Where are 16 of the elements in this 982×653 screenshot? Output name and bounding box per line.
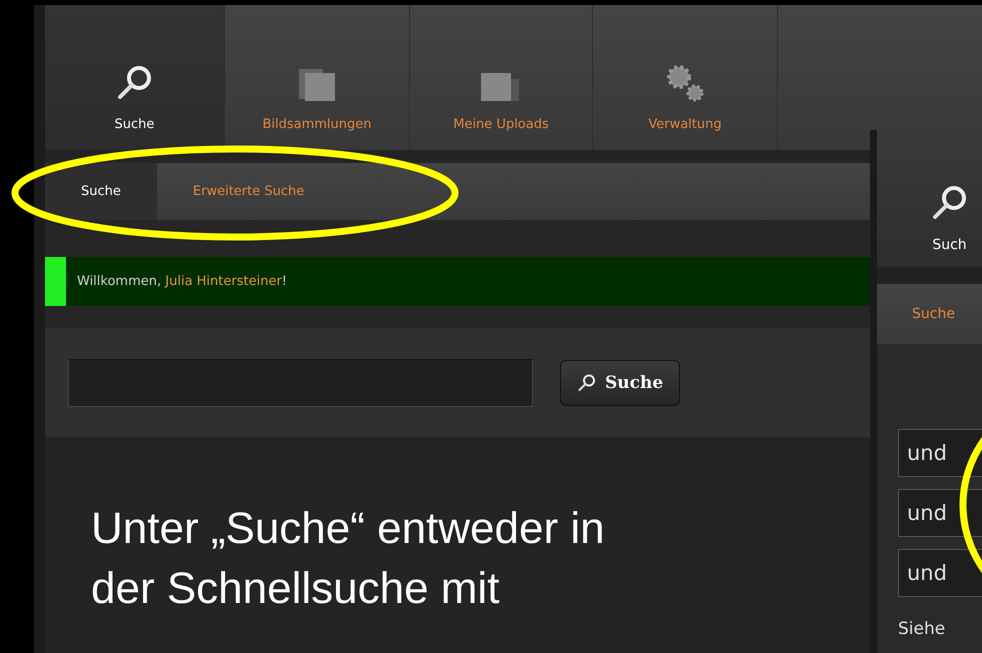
nav-tab[interactable]: Verwaltung: [593, 5, 778, 150]
operator-select[interactable]: und: [898, 489, 982, 537]
search-field[interactable]: [68, 358, 533, 406]
nav-tab[interactable]: Such: [877, 130, 982, 267]
search-icon: [577, 372, 597, 392]
caption-text: Unter „Suche“ entweder in: [91, 503, 605, 555]
subtab[interactable]: Erweiterte Suche: [156, 163, 340, 220]
operator-select[interactable]: und: [898, 549, 982, 597]
nav-tab[interactable]: Bildsammlungen: [225, 5, 410, 150]
caption-text: der Schnellsuche mit: [91, 563, 500, 615]
search-button[interactable]: Suche: [560, 360, 680, 406]
nav-tab[interactable]: Meine Uploads: [410, 5, 593, 150]
subtab[interactable]: Suche: [45, 163, 157, 220]
operator-select[interactable]: und: [898, 429, 982, 477]
link-text[interactable]: Siehe: [898, 619, 982, 639]
nav-tab[interactable]: Suche: [45, 5, 225, 150]
